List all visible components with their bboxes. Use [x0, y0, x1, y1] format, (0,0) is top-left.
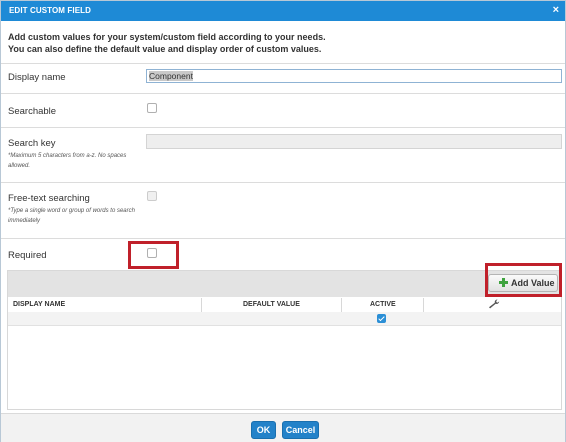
search-key-input[interactable]	[146, 134, 562, 149]
grid-toolbar	[8, 271, 561, 297]
search-key-label: Search key	[8, 138, 56, 149]
searchable-label: Searchable	[8, 106, 57, 117]
dialog-titlebar: EDIT CUSTOM FIELD ×	[1, 1, 565, 21]
column-display-name: DISPLAY NAME	[13, 301, 66, 308]
divider	[1, 182, 565, 183]
display-name-label: Display name	[8, 72, 66, 83]
dialog-intro: Add custom values for your system/custom…	[8, 31, 326, 55]
close-icon[interactable]: ×	[553, 4, 559, 16]
wrench-icon[interactable]	[488, 299, 500, 309]
divider	[1, 63, 565, 64]
free-text-hint: *Type a single word or group of words to…	[8, 206, 168, 226]
ok-button[interactable]: OK	[251, 421, 276, 439]
search-key-hint-line-1: *Maximum 5 characters from a-z. No space…	[8, 153, 127, 159]
required-highlight-box	[128, 241, 179, 269]
divider	[1, 93, 565, 94]
intro-line-2: You can also define the default value an…	[8, 44, 322, 54]
free-text-label: Free-text searching	[8, 193, 90, 204]
searchable-checkbox[interactable]	[147, 103, 157, 113]
required-label: Required	[8, 250, 47, 261]
add-value-highlight-box	[485, 263, 562, 297]
column-default-value: DEFAULT VALUE	[243, 301, 300, 308]
search-key-hint: *Maximum 5 characters from a-z. No space…	[8, 151, 168, 171]
display-name-value: Component	[149, 71, 193, 81]
free-text-hint-line-1: *Type a single word or group of words to…	[8, 208, 135, 214]
table-row[interactable]	[8, 312, 561, 326]
intro-line-1: Add custom values for your system/custom…	[8, 32, 326, 42]
active-checkbox[interactable]	[377, 314, 386, 323]
column-active: ACTIVE	[370, 301, 396, 308]
free-text-hint-line-2: immediately	[8, 218, 41, 224]
free-text-checkbox[interactable]	[147, 191, 157, 201]
search-key-hint-line-2: allowed.	[8, 163, 31, 169]
edit-custom-field-dialog: EDIT CUSTOM FIELD × Add custom values fo…	[0, 0, 566, 442]
grid-header: DISPLAY NAME DEFAULT VALUE ACTIVE	[8, 298, 561, 313]
display-name-input[interactable]: Component	[146, 69, 562, 83]
custom-values-grid: DISPLAY NAME DEFAULT VALUE ACTIVE	[7, 270, 562, 410]
cancel-button[interactable]: Cancel	[282, 421, 319, 439]
divider	[1, 127, 565, 128]
dialog-title: EDIT CUSTOM FIELD	[9, 6, 91, 15]
divider	[1, 238, 565, 239]
